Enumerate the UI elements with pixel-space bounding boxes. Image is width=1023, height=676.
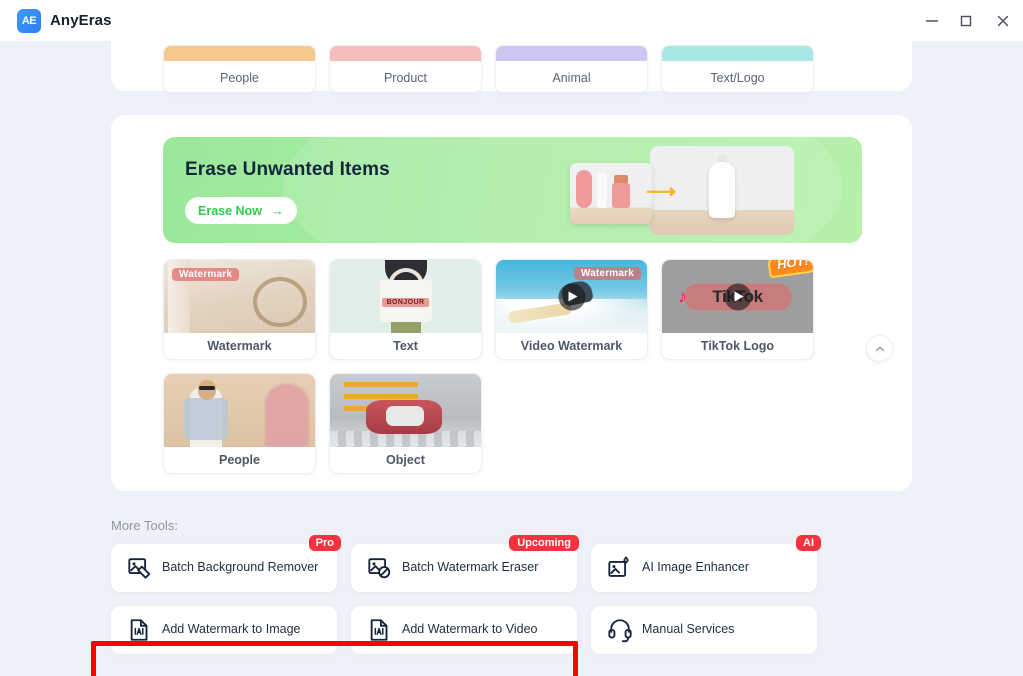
category-thumb: [662, 46, 813, 61]
document-watermark-icon: [370, 619, 388, 641]
more-tools-grid: Batch Background Remover Pro Batch Water…: [111, 535, 917, 654]
tool-batch-watermark-eraser[interactable]: Batch Watermark Eraser Upcoming: [351, 535, 579, 592]
upcoming-badge: Upcoming: [509, 535, 579, 551]
watermark-tag: Watermark: [573, 267, 641, 280]
bottle-shape: [709, 162, 735, 218]
tool-label: AI Image Enhancer: [642, 560, 750, 575]
thumbnail-image: [330, 374, 481, 447]
app-title: AnyErase: [50, 12, 121, 29]
car-window-shape: [386, 406, 424, 426]
erase-tool-label: Watermark: [207, 339, 272, 353]
pro-badge: Pro: [308, 535, 341, 551]
thumbnail-image: [164, 374, 315, 447]
tiktok-note-icon: ♪: [678, 286, 687, 306]
tool-label: Add Watermark to Video: [402, 622, 538, 637]
tool-add-watermark-to-image[interactable]: Add Watermark to Image: [111, 606, 337, 654]
play-icon[interactable]: [724, 283, 751, 310]
erase-tool-people[interactable]: People: [163, 373, 316, 474]
maximize-button[interactable]: [949, 0, 983, 41]
banner-images: ⟶: [562, 137, 862, 243]
watermark-tag: Watermark: [172, 268, 240, 281]
chevron-up-icon: [875, 346, 884, 351]
erase-banner[interactable]: Erase Unwanted Items Erase Now → ⟶: [163, 137, 862, 243]
category-card-textlogo[interactable]: Text/Logo: [661, 45, 814, 93]
tool-label: Batch Background Remover: [162, 560, 319, 575]
category-card-product[interactable]: Product: [329, 45, 482, 93]
erase-now-button[interactable]: Erase Now →: [185, 197, 297, 224]
tool-manual-services[interactable]: Manual Services: [591, 606, 817, 654]
category-thumb: [164, 46, 315, 61]
image-watermark-icon: [368, 558, 391, 579]
category-thumb: [330, 46, 481, 61]
category-row: People Product Animal Text/Logo: [163, 45, 814, 93]
collapse-section-button[interactable]: [866, 335, 893, 362]
transform-arrow-icon: ⟶: [646, 180, 677, 203]
image-sparkle-icon: [608, 556, 629, 577]
category-thumb: [496, 46, 647, 61]
maximize-icon: [960, 15, 972, 26]
thumbnail-image: Watermark: [496, 260, 647, 333]
more-tools-label: More Tools:: [111, 518, 178, 533]
person-head-shape: [198, 380, 216, 400]
erase-tool-label: Video Watermark: [520, 339, 623, 353]
document-watermark-icon: [130, 619, 148, 641]
banner-title: Erase Unwanted Items: [185, 159, 390, 180]
person-vest-shape: [184, 398, 228, 440]
image-remove-icon: [128, 558, 151, 579]
before-item-2: [597, 173, 607, 208]
category-label: People: [220, 70, 259, 85]
stripe-1: [344, 382, 418, 387]
banner-before-image: [570, 163, 652, 224]
bag-leg-shape: [390, 321, 421, 333]
tool-ai-image-enhancer[interactable]: AI Image Enhancer AI: [591, 535, 821, 592]
erase-tool-label: Object: [386, 453, 425, 467]
play-icon[interactable]: [558, 283, 585, 310]
headset-icon: [608, 619, 632, 643]
minimize-icon: [925, 19, 939, 22]
watermark-tag: BONJOUR: [381, 298, 430, 307]
erase-tool-grid: Watermark Watermark BONJOUR Text Waterma…: [163, 259, 876, 474]
stripe-2: [344, 394, 418, 399]
tool-batch-background-remover[interactable]: Batch Background Remover Pro: [111, 535, 341, 592]
category-card-people[interactable]: People: [163, 45, 316, 93]
tool-label: Manual Services: [642, 622, 735, 637]
erase-tool-text[interactable]: BONJOUR Text: [329, 259, 482, 360]
thumbnail-image: BONJOUR: [330, 260, 481, 333]
category-label: Animal: [552, 70, 591, 85]
removed-person-shape: [265, 384, 309, 447]
category-card-animal[interactable]: Animal: [495, 45, 648, 93]
main-scroll-area[interactable]: People Product Animal Text/Logo Erase Un…: [0, 0, 1023, 676]
before-item-3: [612, 183, 630, 208]
erase-tool-tiktok-logo[interactable]: HOT! ♪ TikTok TikTok Logo: [661, 259, 814, 360]
app-logo-icon: AE: [17, 8, 41, 33]
before-item-1: [576, 170, 592, 208]
erase-unwanted-items-card: Erase Unwanted Items Erase Now → ⟶ Water…: [111, 115, 912, 491]
thumbnail-image: Watermark: [164, 260, 315, 333]
tool-add-watermark-to-video[interactable]: Add Watermark to Video: [351, 606, 577, 654]
erase-tool-video-watermark[interactable]: Watermark Video Watermark: [495, 259, 648, 360]
background-remover-card: People Product Animal Text/Logo: [111, 0, 912, 93]
category-label: Text/Logo: [710, 70, 765, 85]
tool-label: Add Watermark to Image: [162, 622, 301, 637]
erase-tool-object[interactable]: Object: [329, 373, 482, 474]
sunglasses-shape: [199, 386, 215, 390]
category-label: Product: [383, 70, 428, 85]
erase-now-label: Erase Now: [198, 203, 262, 218]
tool-label: Batch Watermark Eraser: [402, 560, 539, 575]
ai-badge: AI: [796, 535, 821, 551]
erase-tool-label: TikTok Logo: [700, 339, 775, 353]
erase-tool-label: People: [219, 453, 260, 467]
minimize-button[interactable]: [915, 0, 949, 41]
close-icon: [997, 15, 1009, 26]
erase-tool-watermark[interactable]: Watermark Watermark: [163, 259, 316, 360]
arrow-right-icon: →: [270, 203, 284, 218]
erase-tool-label: Text: [393, 339, 418, 353]
close-button[interactable]: [983, 0, 1023, 41]
